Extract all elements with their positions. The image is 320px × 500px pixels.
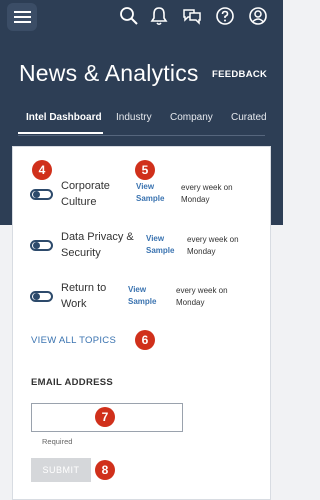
- sample-link-line: View: [128, 285, 147, 294]
- menu-icon[interactable]: [7, 3, 37, 31]
- sample-link-line: Sample: [128, 297, 157, 306]
- bell-icon[interactable]: [149, 6, 169, 26]
- help-icon[interactable]: [215, 6, 235, 26]
- step-marker-7: 7: [95, 407, 115, 427]
- topic-label-line: Work: [61, 298, 87, 310]
- frequency-line: Monday: [187, 246, 216, 256]
- view-sample-link-corporate-culture[interactable]: View Sample: [136, 181, 164, 205]
- submit-button[interactable]: SUBMIT: [31, 458, 91, 482]
- tab-bar: Intel Dashboard Industry Company Curated: [0, 112, 283, 136]
- topic-toggle-data-privacy[interactable]: [30, 240, 53, 251]
- tab-intel-dashboard[interactable]: Intel Dashboard: [26, 112, 102, 123]
- frequency-line: Monday: [181, 194, 210, 204]
- tab-curated[interactable]: Curated: [231, 112, 267, 123]
- sample-link-line: Sample: [146, 246, 175, 255]
- chat-icon[interactable]: [182, 6, 202, 26]
- topic-label-line: Return to: [61, 282, 107, 294]
- topic-label-line: Corporate: [61, 180, 110, 192]
- email-helper-text: Required: [42, 437, 73, 446]
- step-marker-6: 6: [135, 330, 155, 350]
- topic-label-line: Security: [61, 247, 101, 259]
- tab-company[interactable]: Company: [170, 112, 213, 123]
- tab-divider: [18, 135, 265, 136]
- tab-industry[interactable]: Industry: [116, 112, 152, 123]
- frequency-line: Monday: [176, 297, 205, 307]
- topic-toggle-return-to-work[interactable]: [30, 291, 53, 302]
- topic-label-line: Data Privacy &: [61, 231, 134, 243]
- frequency-line: every week on: [176, 286, 228, 295]
- sample-link-line: View: [136, 182, 155, 191]
- active-tab-indicator: [18, 132, 103, 134]
- view-sample-link-data-privacy[interactable]: View Sample: [146, 233, 174, 257]
- topic-label-return-to-work: Return to Work: [61, 280, 106, 312]
- frequency-line: every week on: [187, 235, 239, 244]
- email-heading: EMAIL ADDRESS: [31, 377, 114, 388]
- top-bar: [0, 0, 283, 34]
- page-title: News & Analytics: [19, 60, 199, 86]
- topic-label-data-privacy: Data Privacy & Security: [61, 229, 134, 261]
- user-icon[interactable]: [248, 6, 268, 26]
- sample-link-line: Sample: [136, 194, 165, 203]
- frequency-text-corporate-culture: every week on Monday: [181, 182, 233, 205]
- sample-link-line: View: [146, 234, 165, 243]
- view-sample-link-return-to-work[interactable]: View Sample: [128, 284, 156, 308]
- view-all-topics-link[interactable]: VIEW ALL TOPICS: [31, 335, 116, 346]
- newsletter-card: 4 5 Corporate Culture View Sample every …: [12, 146, 271, 500]
- search-icon[interactable]: [119, 6, 139, 26]
- topic-label-corporate-culture: Corporate Culture: [61, 178, 110, 210]
- frequency-line: every week on: [181, 183, 233, 192]
- frequency-text-return-to-work: every week on Monday: [176, 285, 228, 308]
- feedback-link[interactable]: FEEDBACK: [212, 69, 267, 80]
- step-marker-8: 8: [95, 460, 115, 480]
- topic-label-line: Culture: [61, 196, 97, 208]
- frequency-text-data-privacy: every week on Monday: [187, 234, 239, 257]
- step-marker-5: 5: [135, 160, 155, 180]
- topic-toggle-corporate-culture[interactable]: [30, 189, 53, 200]
- step-marker-4: 4: [32, 160, 52, 180]
